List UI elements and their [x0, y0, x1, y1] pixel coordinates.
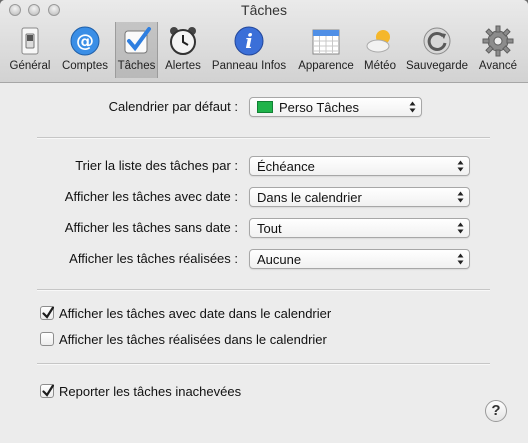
- tab-meteo[interactable]: Météo: [360, 22, 400, 78]
- tab-alertes[interactable]: Alertes: [161, 22, 205, 78]
- with-date-value: Dans le calendrier: [257, 190, 362, 205]
- help-button[interactable]: ?: [485, 400, 507, 422]
- completed-popup[interactable]: Aucune: [249, 249, 470, 269]
- show-completed-tasks-label: Afficher les tâches réalisées dans le ca…: [59, 332, 327, 347]
- tab-sauvegarde[interactable]: Sauvegarde: [403, 22, 471, 78]
- with-date-popup[interactable]: Dans le calendrier: [249, 187, 470, 207]
- light-switch-icon: [21, 27, 39, 55]
- alarm-clock-icon: [170, 27, 196, 55]
- tab-apparence-label: Apparence: [298, 60, 354, 72]
- show-dated-tasks-label: Afficher les tâches avec date dans le ca…: [59, 306, 332, 321]
- tab-panneau-infos-label: Panneau Infos: [211, 60, 287, 72]
- default-calendar-value-text: Perso Tâches: [279, 100, 359, 115]
- default-calendar-popup[interactable]: Perso Tâches: [249, 97, 422, 117]
- tab-comptes-label: Comptes: [61, 60, 109, 72]
- checkmark-icon: [42, 306, 54, 319]
- tab-comptes[interactable]: @ Comptes: [58, 22, 112, 78]
- completed-value: Aucune: [257, 252, 302, 267]
- tab-general-label: Général: [9, 60, 51, 72]
- titlebar: Tâches Général @ Comptes Tâches Alertes …: [0, 0, 528, 83]
- tab-taches-label: Tâches: [117, 60, 156, 72]
- task-preferences-panel: Calendrier par défaut : Perso Tâches Tri…: [0, 83, 528, 443]
- tab-avance-label: Avancé: [478, 60, 518, 72]
- checkbox-icon: [124, 27, 151, 54]
- chevron-updown-icon: [409, 101, 416, 113]
- without-date-label: Afficher les tâches sans date :: [64, 220, 238, 235]
- sort-popup[interactable]: Échéance: [249, 156, 470, 176]
- sort-value: Échéance: [257, 159, 315, 174]
- info-icon: i: [234, 26, 264, 56]
- show-completed-tasks-checkbox[interactable]: [40, 332, 54, 346]
- chevron-updown-icon: [457, 222, 464, 234]
- calendar-color-swatch: [257, 101, 273, 113]
- calendar-grid-icon: [312, 29, 340, 55]
- separator: [37, 289, 490, 291]
- tab-panneau-infos[interactable]: i Panneau Infos: [209, 22, 289, 78]
- weather-icon: [366, 30, 390, 53]
- carry-over-label: Reporter les tâches inachevées: [59, 384, 242, 399]
- chevron-updown-icon: [457, 253, 464, 265]
- show-dated-tasks-checkbox[interactable]: [40, 306, 54, 320]
- tab-meteo-label: Météo: [364, 60, 396, 72]
- checkmark-icon: [42, 384, 54, 397]
- default-calendar-value: Perso Tâches: [257, 100, 359, 115]
- preferences-window: Tâches Général @ Comptes Tâches Alertes …: [0, 0, 528, 443]
- svg-text:i: i: [245, 29, 253, 53]
- at-sign-icon: @: [70, 26, 100, 56]
- backup-icon: [423, 27, 451, 55]
- tab-apparence[interactable]: Apparence: [294, 22, 358, 78]
- separator: [37, 137, 490, 139]
- tab-avance[interactable]: Avancé: [474, 22, 522, 78]
- with-date-label: Afficher les tâches avec date :: [64, 189, 238, 204]
- without-date-value: Tout: [257, 221, 282, 236]
- completed-label: Afficher les tâches réalisées :: [69, 251, 238, 266]
- tab-alertes-label: Alertes: [165, 60, 201, 72]
- tab-sauvegarde-label: Sauvegarde: [405, 60, 469, 72]
- gear-icon: [482, 25, 514, 57]
- tab-general[interactable]: Général: [6, 22, 54, 78]
- chevron-updown-icon: [457, 191, 464, 203]
- window-title: Tâches: [241, 2, 287, 18]
- sort-label: Trier la liste des tâches par :: [75, 158, 238, 173]
- without-date-popup[interactable]: Tout: [249, 218, 470, 238]
- chevron-updown-icon: [457, 160, 464, 172]
- default-calendar-label: Calendrier par défaut :: [108, 99, 238, 114]
- carry-over-checkbox[interactable]: [40, 384, 54, 398]
- tab-taches[interactable]: Tâches: [115, 22, 158, 78]
- svg-text:@: @: [76, 31, 94, 52]
- separator: [37, 363, 490, 365]
